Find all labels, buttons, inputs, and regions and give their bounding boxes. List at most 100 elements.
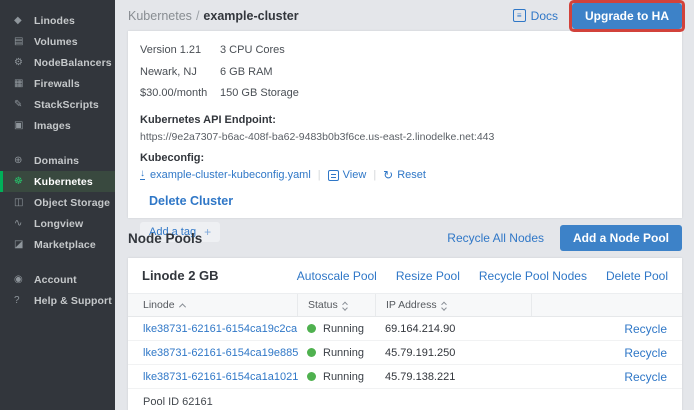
sidebar-item-domains[interactable]: ⊕ Domains [0, 150, 115, 171]
delete-cluster-button[interactable]: Delete Cluster [149, 194, 670, 208]
nodebalancer-icon: ⚙ [14, 58, 34, 68]
docs-link[interactable]: ≡ Docs [513, 9, 558, 23]
sidebar-item-label: Kubernetes [34, 176, 93, 188]
column-header-status[interactable]: Status [297, 294, 385, 316]
domain-icon: ⊕ [14, 156, 34, 166]
kubeconfig-view-link[interactable]: View [343, 169, 367, 181]
table-row: lke38731-62161-6154ca19c2ca Running 69.1… [128, 317, 682, 341]
spec-storage: 150 GB Storage [220, 83, 670, 105]
kubeconfig-actions: ↓ example-cluster-kubeconfig.yaml | View… [140, 169, 670, 181]
recycle-all-nodes-link[interactable]: Recycle All Nodes [447, 231, 544, 245]
sidebar-item-volumes[interactable]: ▤ Volumes [0, 31, 115, 52]
column-label: IP Address [386, 299, 437, 311]
pool-actions: Autoscale Pool Resize Pool Recycle Pool … [297, 269, 668, 283]
sidebar-item-firewalls[interactable]: ▦ Firewalls [0, 73, 115, 94]
docs-label: Docs [531, 9, 558, 23]
kubeconfig-label: Kubeconfig: [140, 152, 670, 164]
cluster-summary-card: Version 1.21 3 CPU Cores Newark, NJ 6 GB… [128, 31, 682, 218]
recycle-pool-nodes-link[interactable]: Recycle Pool Nodes [479, 269, 587, 283]
sidebar-item-account[interactable]: ◉ Account [0, 269, 115, 290]
recycle-node-link[interactable]: Recycle [624, 370, 667, 384]
kubeconfig-reset-link[interactable]: Reset [397, 169, 426, 181]
kubeconfig-download-link[interactable]: example-cluster-kubeconfig.yaml [150, 169, 311, 181]
plus-icon: + [204, 225, 211, 239]
breadcrumb: Kubernetes/example-cluster [128, 9, 299, 23]
node-status: Running [307, 323, 385, 335]
sidebar-item-images[interactable]: ▣ Images [0, 115, 115, 136]
sidebar-item-label: Volumes [34, 36, 78, 48]
sidebar-item-longview[interactable]: ∿ Longview [0, 213, 115, 234]
sidebar-group-account: ◉ Account ? Help & Support [0, 269, 115, 311]
nodes-table: Linode Status IP Address lke38731-62161-… [128, 293, 682, 410]
pulse-icon: ∿ [14, 219, 34, 229]
column-label: Linode [143, 299, 175, 311]
sidebar-item-kubernetes[interactable]: ☸ Kubernetes [0, 171, 115, 192]
sidebar-item-help[interactable]: ? Help & Support [0, 290, 115, 311]
sidebar-item-label: Object Storage [34, 197, 110, 209]
autoscale-pool-link[interactable]: Autoscale Pool [297, 269, 377, 283]
column-header-linode[interactable]: Linode [143, 294, 307, 316]
sidebar-item-label: Domains [34, 155, 79, 167]
sidebar: ◆ Linodes ▤ Volumes ⚙ NodeBalancers ▦ Fi… [0, 0, 115, 410]
volume-icon: ▤ [14, 37, 34, 47]
sidebar-item-object-storage[interactable]: ◫ Object Storage [0, 192, 115, 213]
main-content: Kubernetes/example-cluster ≡ Docs Upgrad… [115, 0, 694, 410]
breadcrumb-section[interactable]: Kubernetes [128, 9, 192, 23]
account-icon: ◉ [14, 275, 34, 285]
sidebar-item-nodebalancers[interactable]: ⚙ NodeBalancers [0, 52, 115, 73]
spec-cpu: 3 CPU Cores [220, 40, 670, 62]
recycle-cell: Recycle [541, 322, 667, 336]
page-title: example-cluster [203, 9, 298, 23]
recycle-cell: Recycle [541, 346, 667, 360]
resize-pool-link[interactable]: Resize Pool [396, 269, 460, 283]
firewall-icon: ▦ [14, 79, 34, 89]
node-link[interactable]: lke38731-62161-6154ca19e885 [143, 347, 307, 359]
node-pool-card: Linode 2 GB Autoscale Pool Resize Pool R… [128, 258, 682, 410]
cluster-specs: Version 1.21 3 CPU Cores Newark, NJ 6 GB… [140, 40, 670, 105]
sidebar-item-label: StackScripts [34, 99, 99, 111]
sort-icon [343, 301, 347, 310]
sort-icon [442, 301, 446, 310]
sidebar-item-label: NodeBalancers [34, 57, 112, 69]
sidebar-item-label: Help & Support [34, 295, 112, 307]
spec-region: Newark, NJ [140, 62, 206, 84]
sidebar-item-marketplace[interactable]: ◪ Marketplace [0, 234, 115, 255]
spec-price: $30.00/month [140, 83, 206, 105]
table-row: lke38731-62161-6154ca1a1021 Running 45.7… [128, 365, 682, 389]
reset-icon: ↻ [383, 169, 393, 181]
separator: | [318, 169, 321, 181]
image-icon: ▣ [14, 121, 34, 131]
spec-ram: 6 GB RAM [220, 62, 670, 84]
recycle-node-link[interactable]: Recycle [624, 346, 667, 360]
sidebar-group-services: ⊕ Domains ☸ Kubernetes ◫ Object Storage … [0, 150, 115, 255]
column-header-actions [531, 294, 667, 316]
kubernetes-icon: ☸ [14, 177, 34, 187]
stackscript-icon: ✎ [14, 100, 34, 110]
node-link[interactable]: lke38731-62161-6154ca19c2ca [143, 323, 307, 335]
sort-ascending-icon [178, 303, 185, 310]
sidebar-item-label: Images [34, 120, 71, 132]
sidebar-item-linodes[interactable]: ◆ Linodes [0, 10, 115, 31]
download-icon[interactable]: ↓ [140, 169, 145, 180]
recycle-node-link[interactable]: Recycle [624, 322, 667, 336]
status-label: Running [323, 347, 364, 359]
bucket-icon: ◫ [14, 198, 34, 208]
sidebar-item-label: Firewalls [34, 78, 80, 90]
node-ip: 69.164.214.90 [385, 323, 541, 335]
status-running-icon [307, 348, 316, 357]
separator: | [373, 169, 376, 181]
column-header-ip[interactable]: IP Address [375, 294, 541, 316]
delete-pool-link[interactable]: Delete Pool [606, 269, 668, 283]
node-ip: 45.79.191.250 [385, 347, 541, 359]
add-node-pool-button[interactable]: Add a Node Pool [560, 225, 682, 251]
node-link[interactable]: lke38731-62161-6154ca1a1021 [143, 371, 307, 383]
sidebar-item-label: Longview [34, 218, 83, 230]
view-icon [328, 170, 339, 181]
marketplace-icon: ◪ [14, 240, 34, 250]
help-icon: ? [14, 296, 34, 306]
spec-version: Version 1.21 [140, 40, 206, 62]
api-endpoint-label: Kubernetes API Endpoint: [140, 114, 670, 126]
pool-name: Linode 2 GB [142, 268, 219, 283]
upgrade-to-ha-button[interactable]: Upgrade to HA [572, 3, 682, 29]
sidebar-item-stackscripts[interactable]: ✎ StackScripts [0, 94, 115, 115]
